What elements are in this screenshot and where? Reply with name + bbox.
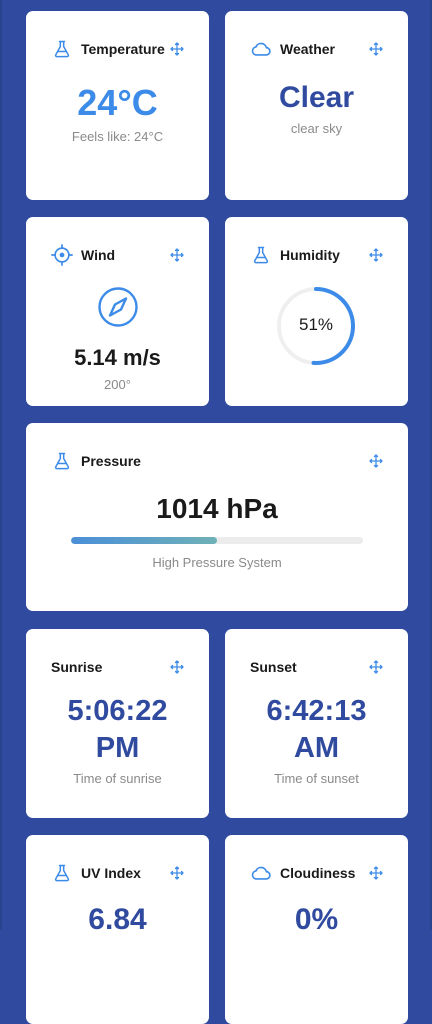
card-header: Humidity xyxy=(250,244,384,266)
flask-icon xyxy=(51,862,73,884)
sunset-caption: Time of sunset xyxy=(274,771,359,786)
card-header: Temperature xyxy=(51,38,185,60)
pressure-card: Pressure 1014 hPa High Pressure System xyxy=(26,423,408,611)
cloud-icon xyxy=(250,862,272,884)
move-icon[interactable] xyxy=(169,659,185,675)
weather-description: clear sky xyxy=(290,121,343,136)
humidity-card: Humidity 51% xyxy=(225,217,408,406)
move-icon[interactable] xyxy=(368,41,384,57)
move-icon[interactable] xyxy=(368,247,384,263)
card-title: Humidity xyxy=(280,247,340,263)
card-title: Pressure xyxy=(81,453,141,469)
card-title: UV Index xyxy=(81,865,141,881)
card-title: Weather xyxy=(280,41,335,57)
pressure-bar-fill xyxy=(71,537,217,544)
card-title: Temperature xyxy=(81,41,165,57)
flask-icon xyxy=(250,244,272,266)
sunset-card: Sunset 6:42:13 AM Time of sunset xyxy=(225,629,408,818)
sunrise-time-line2: PM xyxy=(95,732,140,764)
compass-icon xyxy=(26,286,209,333)
move-icon[interactable] xyxy=(169,247,185,263)
move-icon[interactable] xyxy=(368,659,384,675)
flask-icon xyxy=(51,450,73,472)
crosshair-icon xyxy=(51,244,73,266)
sunrise-caption: Time of sunrise xyxy=(73,771,162,786)
move-icon[interactable] xyxy=(368,453,384,469)
card-header: Sunrise xyxy=(51,656,185,678)
temperature-value: 24°C xyxy=(77,82,158,123)
flask-icon xyxy=(51,38,73,60)
sunrise-card: Sunrise 5:06:22 PM Time of sunrise xyxy=(26,629,209,818)
move-icon[interactable] xyxy=(169,41,185,57)
pressure-bar xyxy=(71,537,363,544)
pressure-description: High Pressure System xyxy=(152,555,282,570)
left-edge xyxy=(0,0,2,930)
card-title: Wind xyxy=(81,247,116,263)
sunset-time-line2: AM xyxy=(293,732,340,764)
wind-card: Wind 5.14 m/s 200° xyxy=(26,217,209,406)
uv-index-value: 6.84 xyxy=(88,903,147,936)
feels-like: Feels like: 24°C xyxy=(71,129,164,144)
card-header: Sunset xyxy=(250,656,384,678)
wind-speed: 5.14 m/s xyxy=(74,345,161,370)
weather-value: Clear xyxy=(278,81,355,114)
card-title: Sunset xyxy=(250,659,297,675)
sunset-time-line1: 6:42:13 xyxy=(266,695,367,727)
card-title: Cloudiness xyxy=(280,865,356,881)
wind-direction: 200° xyxy=(104,377,131,392)
card-header: Wind xyxy=(51,244,185,266)
cloudiness-value: 0% xyxy=(294,903,339,936)
temperature-card: Temperature 24°C Feels like: 24°C xyxy=(26,11,209,200)
card-header: Cloudiness xyxy=(250,862,384,884)
move-icon[interactable] xyxy=(368,865,384,881)
sunrise-time-line1: 5:06:22 xyxy=(67,695,168,727)
cloud-icon xyxy=(250,38,272,60)
humidity-value: 51% xyxy=(298,315,334,334)
humidity-gauge: 51% xyxy=(276,286,356,366)
card-title: Sunrise xyxy=(51,659,103,675)
card-header: Weather xyxy=(250,38,384,60)
weather-card: Weather Clear clear sky xyxy=(225,11,408,200)
card-header: Pressure xyxy=(51,450,384,472)
pressure-value: 1014 hPa xyxy=(156,493,278,524)
card-header: UV Index xyxy=(51,862,185,884)
move-icon[interactable] xyxy=(169,865,185,881)
